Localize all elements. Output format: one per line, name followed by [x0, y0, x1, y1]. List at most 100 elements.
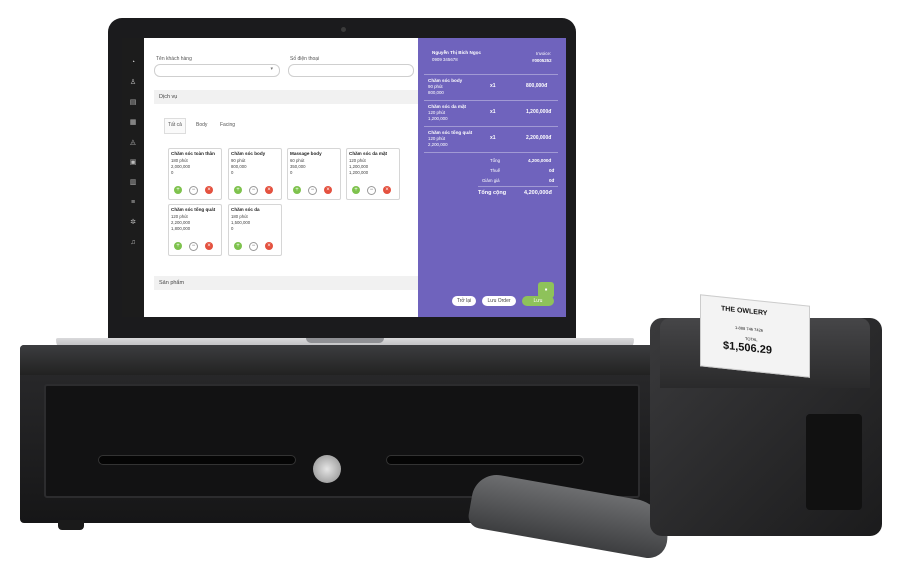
- minus-button[interactable]: −: [189, 242, 198, 251]
- sidebar-nav: ◔ ♙ ▤ ▦ ◬ ▣ ▥ ≡ ✲ ♫: [122, 38, 144, 317]
- minus-button[interactable]: −: [189, 186, 198, 195]
- service-qty: 1,800,000: [171, 226, 191, 231]
- products-section-title: Sản phẩm: [154, 276, 423, 290]
- service-price: 2,200,000: [171, 220, 191, 225]
- subtotal-label: Tổng: [490, 158, 501, 163]
- phone-field[interactable]: [288, 64, 414, 77]
- item-duration: 120 phút: [428, 136, 446, 141]
- item-qty: x1: [490, 109, 496, 115]
- service-qty: 1,200,000: [349, 170, 369, 175]
- add-button[interactable]: +: [293, 186, 301, 194]
- item-name: Chăm sóc da mặt: [428, 104, 467, 109]
- item-name: Chăm sóc tổng quát: [428, 130, 473, 135]
- add-button[interactable]: +: [234, 242, 242, 250]
- remove-button[interactable]: ×: [205, 186, 213, 194]
- grand-total-value: 4,200,000đ: [524, 190, 552, 196]
- tab-body[interactable]: Body: [196, 122, 207, 128]
- users-icon[interactable]: ♙: [128, 78, 138, 88]
- divider: [424, 100, 558, 101]
- item-total: 800,000đ: [526, 83, 548, 89]
- item-price: 800,000: [428, 90, 444, 95]
- grand-total-label: Tổng cộng: [478, 190, 507, 196]
- service-duration: 60 phút: [290, 158, 305, 163]
- customer-select[interactable]: ▾: [154, 64, 280, 77]
- item-total: 2,200,000đ: [526, 135, 552, 141]
- webcam-icon: [341, 27, 346, 32]
- service-card[interactable]: Chăm sóc body 90 phút 800,000 0 + − ×: [228, 148, 282, 200]
- order-form: Tên khách hàng ▾ Số điện thoại Dịch vụ T…: [144, 38, 423, 317]
- tax-label: Thuế: [490, 168, 501, 173]
- drawer-slot: [386, 455, 584, 465]
- cash-drawer-top: [20, 345, 660, 375]
- remove-button[interactable]: ×: [324, 186, 332, 194]
- chevron-down-icon: ▾: [270, 66, 273, 72]
- service-duration: 180 phút: [231, 214, 248, 219]
- receipt-total: $1,506.29: [723, 339, 772, 357]
- customer-name: Nguyễn Thị Bích Ngọc: [432, 50, 482, 55]
- back-button[interactable]: Trở lại: [452, 296, 476, 306]
- remove-button[interactable]: ×: [383, 186, 391, 194]
- save-order-button[interactable]: Lưu Order: [482, 296, 516, 306]
- invoice-number: #0005252: [532, 58, 552, 63]
- discount-label: Giảm giá: [482, 178, 500, 183]
- list-icon[interactable]: ≡: [128, 198, 138, 208]
- service-qty: 0: [231, 226, 234, 231]
- add-button[interactable]: +: [352, 186, 360, 194]
- chat-icon[interactable]: ▪: [538, 282, 554, 298]
- service-name: Massage body: [290, 151, 322, 156]
- item-price: 2,200,000: [428, 142, 448, 147]
- subtotal-value: 4,200,000đ: [528, 158, 552, 163]
- service-card[interactable]: Chăm sóc da 180 phút 1,500,000 0 + − ×: [228, 204, 282, 256]
- gear-icon[interactable]: ✲: [128, 218, 138, 228]
- service-price: 800,000: [231, 164, 247, 169]
- service-qty: 0: [231, 170, 234, 175]
- service-card[interactable]: Chăm sóc tổng quát 120 phút 2,200,000 1,…: [168, 204, 222, 256]
- remove-button[interactable]: ×: [265, 242, 273, 250]
- phone-label: Số điện thoại: [290, 56, 320, 62]
- lock-icon: [313, 455, 341, 483]
- add-button[interactable]: +: [174, 186, 182, 194]
- service-price: 350,000: [290, 164, 306, 169]
- item-duration: 120 phút: [428, 110, 446, 115]
- add-button[interactable]: +: [234, 186, 242, 194]
- minus-button[interactable]: −: [249, 242, 258, 251]
- service-name: Chăm sóc body: [231, 151, 266, 156]
- item-name: Chăm sóc body: [428, 78, 463, 83]
- remove-button[interactable]: ×: [205, 242, 213, 250]
- service-card[interactable]: Chăm sóc da mặt 120 phút 1,200,000 1,200…: [346, 148, 400, 200]
- service-duration: 180 phút: [171, 158, 188, 163]
- customer-label: Tên khách hàng: [156, 56, 192, 62]
- item-price: 1,200,000: [428, 116, 448, 121]
- drawer-slot: [98, 455, 296, 465]
- gift-icon[interactable]: ▣: [128, 158, 138, 168]
- chart-icon[interactable]: ▥: [128, 178, 138, 188]
- remove-button[interactable]: ×: [265, 186, 273, 194]
- service-duration: 120 phút: [171, 214, 188, 219]
- bell-icon[interactable]: ♫: [128, 238, 138, 248]
- printer-window: [806, 414, 862, 510]
- cash-drawer-front: [44, 384, 640, 498]
- tax-value: 0đ: [549, 168, 555, 173]
- item-total: 1,200,000đ: [526, 109, 552, 115]
- service-duration: 90 phút: [231, 158, 246, 163]
- dashboard-icon[interactable]: ◔: [128, 58, 138, 68]
- service-card[interactable]: Chăm sóc toàn thân 180 phút 2,000,000 0 …: [168, 148, 222, 200]
- tab-facing[interactable]: Facing: [220, 122, 235, 128]
- minus-button[interactable]: −: [308, 186, 317, 195]
- calendar-icon[interactable]: ▤: [128, 98, 138, 108]
- grid-icon[interactable]: ▦: [128, 118, 138, 128]
- bag-icon[interactable]: ◬: [128, 138, 138, 148]
- service-price: 2,000,000: [171, 164, 191, 169]
- service-card[interactable]: Massage body 60 phút 350,000 0 + − ×: [287, 148, 341, 200]
- service-name: Chăm sóc da: [231, 207, 260, 212]
- add-button[interactable]: +: [174, 242, 182, 250]
- service-qty: 0: [290, 170, 293, 175]
- divider: [424, 152, 558, 153]
- divider: [478, 186, 558, 187]
- tab-all[interactable]: Tất cả: [168, 122, 182, 128]
- receipt-phone: 1-888 746 7426: [735, 324, 764, 333]
- minus-button[interactable]: −: [249, 186, 258, 195]
- minus-button[interactable]: −: [367, 186, 376, 195]
- divider: [424, 126, 558, 127]
- laptop-notch: [306, 338, 384, 343]
